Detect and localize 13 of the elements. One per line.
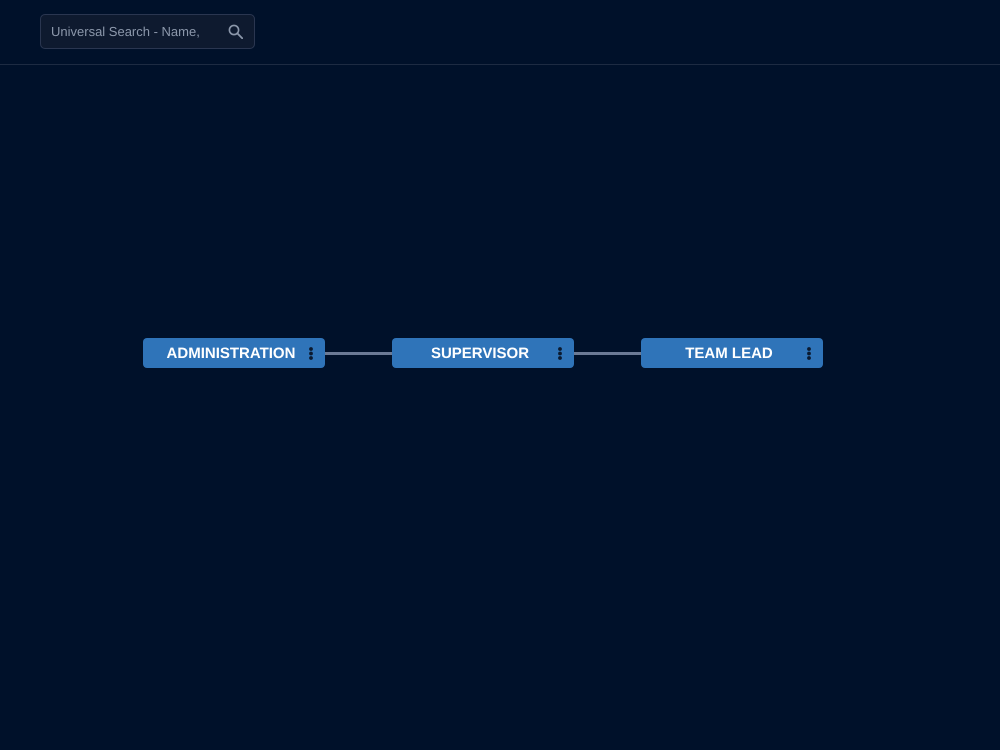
org-chart-node[interactable]: TEAM LEAD — [641, 338, 823, 368]
org-chart-node[interactable]: SUPERVISOR — [392, 338, 574, 368]
node-title: SUPERVISOR — [430, 344, 530, 362]
node-title: ADMINISTRATION — [166, 344, 296, 362]
connector-line — [325, 352, 392, 354]
connector-line — [574, 352, 641, 354]
org-chart-node[interactable]: ADMINISTRATION — [143, 338, 325, 368]
search-field[interactable]: Universal Search - Name, — [40, 14, 255, 49]
node-title: TEAM LEAD — [684, 344, 774, 362]
search-icon[interactable] — [228, 24, 243, 39]
kebab-menu-icon[interactable] — [309, 346, 313, 360]
kebab-menu-icon[interactable] — [558, 346, 562, 360]
kebab-menu-icon[interactable] — [807, 346, 811, 360]
